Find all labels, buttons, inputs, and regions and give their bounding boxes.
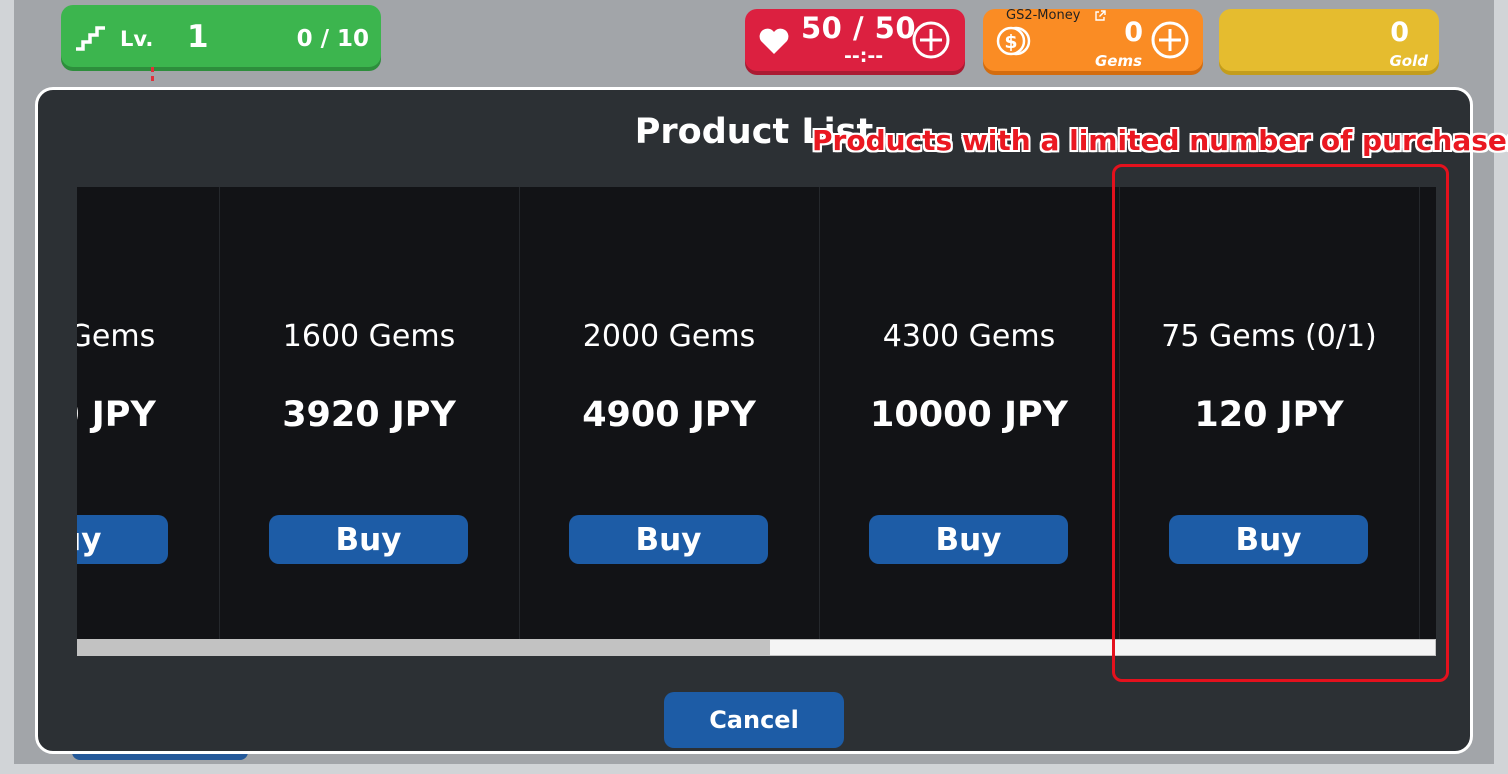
cancel-button[interactable]: Cancel [664,692,844,748]
screen-edge-right [1494,0,1508,774]
product-name: 1600 Gems [282,319,456,354]
product-name: 1000 Gems [77,319,156,354]
product-price: 10000 JPY [870,395,1068,435]
gems-value: 0 [1124,17,1143,48]
gems-panel: $ GS2-Money 0 Gems [983,8,1203,71]
external-link-icon[interactable] [1094,10,1106,22]
product-name: 2000 Gems [582,319,756,354]
buy-button[interactable]: Buy [77,515,168,564]
svg-text:$: $ [1004,31,1017,53]
heart-icon [759,28,789,54]
money-provider-link[interactable]: GS2-Money [1006,8,1080,23]
screen-edge-bottom [0,764,1508,774]
level-progress-marker [151,67,154,85]
gold-caption: Gold [1389,52,1429,70]
product-price: 4900 JPY [582,395,756,435]
product-card: 1600 Gems 3920 JPY Buy [219,187,520,639]
annotation-highlight-box [1112,164,1449,682]
screen-edge-left [0,0,14,774]
add-stamina-button[interactable] [911,20,951,60]
annotation-text: Products with a limited number of purcha… [812,124,1508,157]
level-panel: Lv. 1 0 / 10 [61,5,381,67]
product-card: 1000 Gems 2450 JPY Buy [77,187,220,639]
product-price: 2450 JPY [77,395,156,435]
stairs-icon [76,26,105,51]
gold-value: 0 [1390,17,1409,48]
buy-button[interactable]: Buy [569,515,768,564]
stamina-value: 50 / 50 [801,11,916,45]
add-gems-button[interactable] [1150,20,1190,60]
stamina-panel: 50 / 50 --:-- [745,9,965,71]
level-label: Lv. [120,27,154,51]
gems-caption: Gems [1094,52,1142,70]
level-value: 1 [187,19,209,55]
product-name: 4300 Gems [882,319,1056,354]
coin-icon: $ [996,26,1031,56]
buy-button[interactable]: Buy [869,515,1068,564]
gold-panel: 0 Gold [1219,9,1439,71]
buy-button[interactable]: Buy [269,515,468,564]
stamina-timer: --:-- [844,45,884,67]
product-card: 4300 Gems 10000 JPY Buy [819,187,1120,639]
experience-value: 0 / 10 [296,26,369,52]
product-card: 2000 Gems 4900 JPY Buy [519,187,820,639]
product-price: 3920 JPY [282,395,456,435]
